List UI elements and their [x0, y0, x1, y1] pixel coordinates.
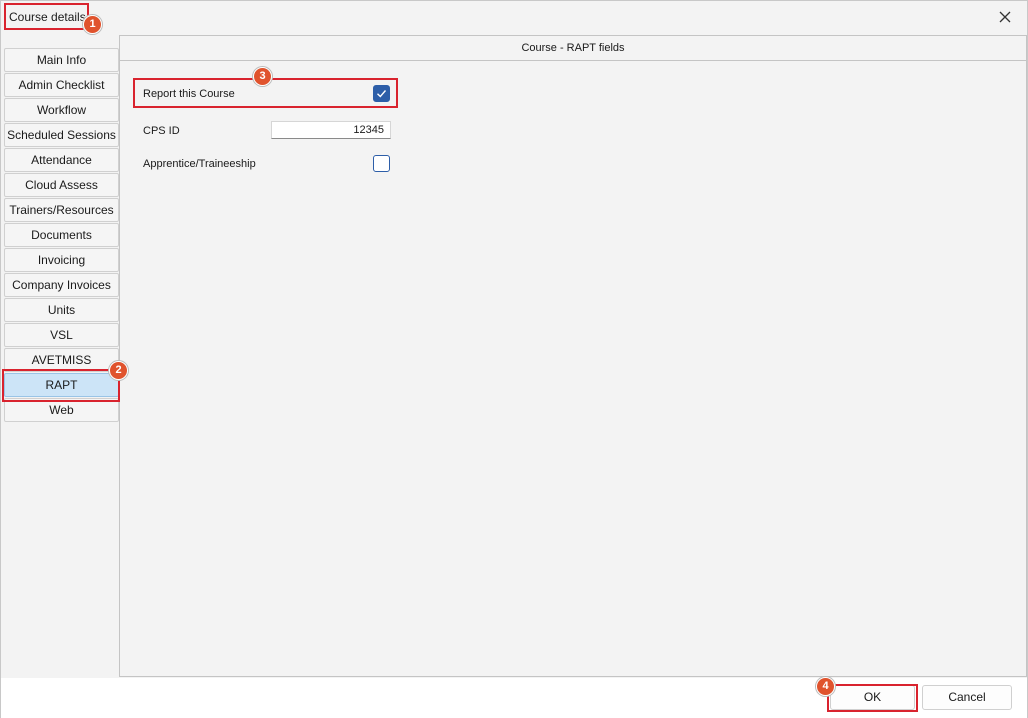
panel-header: Course - RAPT fields — [120, 36, 1026, 61]
sidebar-item-units[interactable]: Units — [4, 298, 119, 322]
close-icon[interactable] — [997, 9, 1013, 25]
sidebar-item-cloud-assess[interactable]: Cloud Assess — [4, 173, 119, 197]
title-bar: Course details — [1, 1, 1027, 33]
apprentice-label: Apprentice/Traineeship — [143, 158, 256, 170]
cancel-button[interactable]: Cancel — [922, 685, 1012, 710]
annotation-badge-1: 1 — [83, 15, 102, 34]
annotation-highlight-title — [4, 3, 89, 30]
course-details-window: Course details Main Info Admin Checklist… — [0, 0, 1028, 718]
annotation-highlight-rapt — [2, 369, 120, 402]
annotation-badge-3: 3 — [253, 67, 272, 86]
sidebar-item-company-invoices[interactable]: Company Invoices — [4, 273, 119, 297]
annotation-badge-4: 4 — [816, 677, 835, 696]
cps-id-input[interactable]: 12345 — [271, 121, 391, 139]
annotation-badge-2: 2 — [109, 361, 128, 380]
sidebar-item-vsl[interactable]: VSL — [4, 323, 119, 347]
sidebar-item-admin-checklist[interactable]: Admin Checklist — [4, 73, 119, 97]
apprentice-checkbox[interactable] — [373, 155, 390, 172]
sidebar-item-documents[interactable]: Documents — [4, 223, 119, 247]
rapt-fields-panel: Course - RAPT fields Report this Course … — [119, 35, 1027, 677]
sidebar-item-trainers-resources[interactable]: Trainers/Resources — [4, 198, 119, 222]
sidebar-item-workflow[interactable]: Workflow — [4, 98, 119, 122]
sidebar-item-scheduled-sessions[interactable]: Scheduled Sessions — [4, 123, 119, 147]
sidebar-item-main-info[interactable]: Main Info — [4, 48, 119, 72]
sidebar-item-invoicing[interactable]: Invoicing — [4, 248, 119, 272]
cps-id-label: CPS ID — [143, 125, 180, 137]
sidebar-item-attendance[interactable]: Attendance — [4, 148, 119, 172]
annotation-highlight-ok — [827, 684, 918, 712]
